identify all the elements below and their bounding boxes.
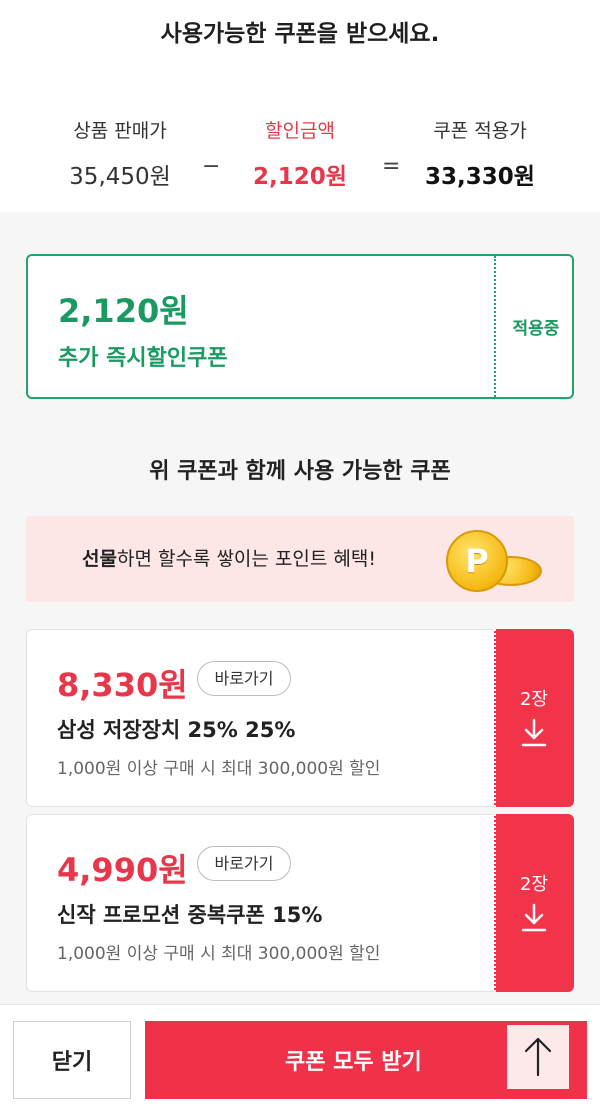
download-coupon-button[interactable]: 2장 [494, 814, 574, 992]
section-title: 위 쿠폰과 함께 사용 가능한 쿠폰 [149, 459, 451, 484]
final-price-value: 33,330원 [425, 164, 535, 190]
promo-text: 선물하면 할수록 쌓이는 포인트 혜택! [82, 544, 376, 571]
footer-bar: 닫기 쿠폰 모두 받기 [0, 1004, 600, 1113]
promo-bold-text: 선물 [82, 548, 117, 570]
shortcut-button[interactable]: 바로가기 [197, 846, 291, 881]
coupon-name: 신작 프로모션 중복쿠폰 15% [57, 903, 323, 927]
final-price-label: 쿠폰 적용가 [433, 120, 527, 142]
discount-label: 할인금액 [265, 120, 335, 142]
coupon-perforation [494, 629, 496, 807]
scroll-top-button[interactable] [507, 1025, 569, 1089]
coupon-card[interactable]: 4,990원 바로가기 신작 프로모션 중복쿠폰 15% 1,000원 이상 구… [26, 814, 574, 992]
coupon-perforation [494, 814, 496, 992]
coupon-count: 2장 [519, 874, 548, 895]
applied-status-badge: 적용중 [512, 319, 560, 339]
applied-coupon-name: 추가 즉시할인쿠폰 [58, 346, 228, 371]
coin-letter: P [446, 530, 508, 592]
final-price: 쿠폰 적용가 33,330원 [395, 116, 565, 191]
close-button[interactable]: 닫기 [13, 1021, 131, 1099]
discount-amount: 할인금액 2,120원 [215, 116, 385, 191]
discount-value: 2,120원 [253, 164, 347, 190]
applied-coupon-amount: 2,120원 [58, 292, 189, 330]
sale-price-label: 상품 판매가 [73, 120, 167, 142]
shortcut-button[interactable]: 바로가기 [197, 661, 291, 696]
arrow-up-icon [524, 1037, 552, 1076]
coupon-divider [494, 256, 496, 397]
point-coin-icon: P [438, 526, 548, 596]
coupon-card[interactable]: 8,330원 바로가기 삼성 저장장치 25% 25% 1,000원 이상 구매… [26, 629, 574, 807]
applied-coupon-card[interactable]: 2,120원 추가 즉시할인쿠폰 적용중 [26, 254, 574, 399]
download-coupon-button[interactable]: 2장 [494, 629, 574, 807]
points-promo-banner[interactable]: 선물하면 할수록 쌓이는 포인트 혜택! P [26, 516, 574, 602]
coupon-amount: 4,990원 [57, 851, 188, 889]
coupon-amount: 8,330원 [57, 666, 188, 704]
price-summary: 상품 판매가 35,450원 − 할인금액 2,120원 = 쿠폰 적용가 33… [0, 70, 600, 212]
sale-price-value: 35,450원 [69, 164, 171, 190]
coupon-name: 삼성 저장장치 25% 25% [57, 718, 296, 742]
promo-rest-text: 하면 할수록 쌓이는 포인트 혜택! [116, 548, 376, 570]
coupon-count: 2장 [519, 689, 548, 710]
download-icon [521, 903, 547, 932]
page-title: 사용가능한 쿠폰을 받으세요. [160, 21, 440, 47]
header: 사용가능한 쿠폰을 받으세요. [0, 0, 600, 70]
coupon-condition: 1,000원 이상 구매 시 최대 300,000원 할인 [57, 944, 381, 964]
coupon-condition: 1,000원 이상 구매 시 최대 300,000원 할인 [57, 759, 381, 779]
download-icon [521, 718, 547, 747]
sale-price: 상품 판매가 35,450원 [35, 116, 205, 191]
